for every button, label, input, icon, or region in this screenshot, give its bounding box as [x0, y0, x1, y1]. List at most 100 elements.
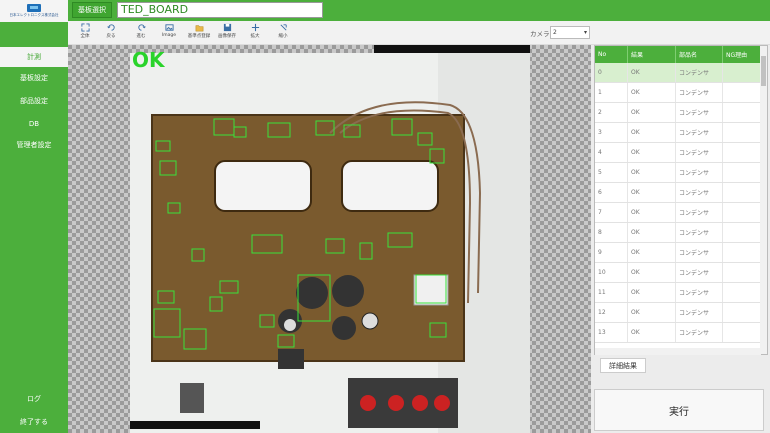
table-row[interactable]: 9 OK コンデンサ	[595, 243, 761, 263]
reference-register-label: 基準点登録	[187, 34, 211, 39]
table-row[interactable]: 1 OK コンデンサ	[595, 83, 761, 103]
table-cell: OK	[628, 323, 676, 342]
sidebar-item-board-settings[interactable]: 基板設定	[0, 68, 68, 88]
sidebar-item-admin-settings[interactable]: 管理者設定	[0, 135, 68, 155]
table-cell: OK	[628, 163, 676, 182]
table-cell: OK	[628, 203, 676, 222]
table-cell	[723, 143, 761, 162]
table-cell: OK	[628, 263, 676, 282]
shrink-button[interactable]: 縮小	[270, 23, 296, 43]
shrink-icon	[279, 24, 287, 31]
table-cell	[723, 243, 761, 262]
table-cell: 0	[595, 63, 628, 82]
table-cell: 2	[595, 103, 628, 122]
camera-label: カメラ	[530, 30, 550, 38]
board-name-field[interactable]: TED_BOARD	[117, 2, 323, 18]
undo-button[interactable]: 戻る	[98, 23, 124, 43]
table-cell: OK	[628, 243, 676, 262]
company-logo: 日本エレクトロニクス株式会社	[0, 0, 68, 22]
table-cell: コンデンサ	[676, 243, 723, 262]
table-row[interactable]: 0 OK コンデンサ	[595, 63, 761, 83]
table-row[interactable]: 2 OK コンデンサ	[595, 103, 761, 123]
table-cell: OK	[628, 83, 676, 102]
image-label: Image	[161, 33, 177, 38]
logo-text: 日本エレクトロニクス株式会社	[9, 13, 59, 17]
fit-icon	[80, 23, 90, 32]
table-row[interactable]: 13 OK コンデンサ	[595, 323, 761, 343]
table-row[interactable]: 5 OK コンデンサ	[595, 163, 761, 183]
table-cell: OK	[628, 283, 676, 302]
image-button[interactable]: Image	[156, 23, 182, 43]
column-result[interactable]: 結果	[628, 46, 676, 63]
app-window: 日本エレクトロニクス株式会社 計測 基板設定 部品設定 DB 管理者設定 ログ …	[0, 0, 770, 433]
table-row[interactable]: 7 OK コンデンサ	[595, 203, 761, 223]
table-cell	[723, 263, 761, 282]
shrink-label: 縮小	[278, 34, 288, 39]
table-cell: コンデンサ	[676, 203, 723, 222]
table-cell: 7	[595, 203, 628, 222]
log-button[interactable]: ログ	[0, 389, 68, 409]
pcb-photo	[130, 53, 530, 433]
sidebar-item-measure[interactable]: 計測	[0, 47, 68, 67]
table-cell: 10	[595, 263, 628, 282]
exit-button[interactable]: 終了する	[0, 412, 68, 432]
logo-icon	[27, 4, 41, 12]
table-cell: コンデンサ	[676, 263, 723, 282]
table-cell: 6	[595, 183, 628, 202]
table-cell: OK	[628, 183, 676, 202]
scrollbar-thumb[interactable]	[761, 56, 766, 86]
table-row[interactable]: 3 OK コンデンサ	[595, 123, 761, 143]
table-row[interactable]: 12 OK コンデンサ	[595, 303, 761, 323]
table-cell: 9	[595, 243, 628, 262]
redo-button[interactable]: 進む	[128, 23, 154, 43]
table-row[interactable]: 8 OK コンデンサ	[595, 223, 761, 243]
table-cell: 5	[595, 163, 628, 182]
viewer-top-bar	[374, 45, 530, 53]
table-cell: コンデンサ	[676, 283, 723, 302]
table-cell: コンデンサ	[676, 123, 723, 142]
table-cell: コンデンサ	[676, 303, 723, 322]
table-cell: コンデンサ	[676, 83, 723, 102]
column-part-name[interactable]: 部品名	[676, 46, 723, 63]
sidebar-item-db[interactable]: DB	[0, 114, 68, 134]
table-cell	[723, 123, 761, 142]
table-cell: コンデンサ	[676, 103, 723, 122]
save-image-button[interactable]: 画像保存	[214, 23, 240, 43]
table-cell: 13	[595, 323, 628, 342]
detail-results-button[interactable]: 詳細結果	[600, 358, 646, 373]
camera-select[interactable]: 2 ▾	[550, 26, 590, 39]
results-table[interactable]: No 結果 部品名 NG理由 0 OK コンデンサ 1 OK コンデンサ 2 OK コンデンサ 3…	[594, 45, 768, 355]
table-row[interactable]: 10 OK コンデンサ	[595, 263, 761, 283]
table-row[interactable]: 6 OK コンデンサ	[595, 183, 761, 203]
table-cell: 1	[595, 83, 628, 102]
table-cell	[723, 203, 761, 222]
column-no[interactable]: No	[595, 46, 628, 63]
vertical-scrollbar[interactable]	[760, 46, 767, 354]
table-cell: 8	[595, 223, 628, 242]
table-cell: コンデンサ	[676, 223, 723, 242]
table-cell: 11	[595, 283, 628, 302]
column-ng-reason[interactable]: NG理由	[723, 46, 761, 63]
result-ok-label: OK	[132, 48, 165, 72]
chevron-down-icon: ▾	[583, 29, 587, 36]
table-row[interactable]: 11 OK コンデンサ	[595, 283, 761, 303]
zoom-label: 拡大	[250, 34, 260, 39]
table-cell: OK	[628, 303, 676, 322]
table-cell: コンデンサ	[676, 183, 723, 202]
reference-register-button[interactable]: 基準点登録	[186, 23, 212, 43]
undo-icon	[106, 24, 115, 31]
board-select-button[interactable]: 基板選択	[72, 2, 112, 18]
table-row[interactable]: 4 OK コンデンサ	[595, 143, 761, 163]
table-cell: 12	[595, 303, 628, 322]
fit-label: 全体	[80, 34, 90, 39]
table-cell	[723, 63, 761, 82]
horizontal-scrollbar[interactable]	[595, 348, 761, 355]
sidebar-item-part-settings[interactable]: 部品設定	[0, 91, 68, 111]
fit-button[interactable]: 全体	[72, 23, 98, 43]
table-cell	[723, 303, 761, 322]
run-button[interactable]: 実行	[594, 389, 764, 431]
image-viewer[interactable]: OK	[68, 45, 591, 433]
save-image-label: 画像保存	[218, 34, 236, 39]
zoom-button[interactable]: 拡大	[242, 23, 268, 43]
table-cell: OK	[628, 143, 676, 162]
